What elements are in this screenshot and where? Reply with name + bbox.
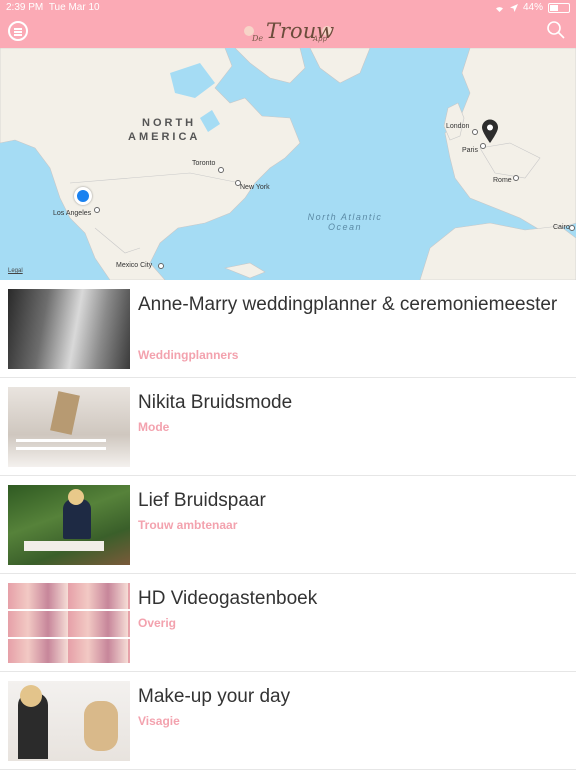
list-item[interactable]: Make-up your day Visagie bbox=[0, 672, 576, 770]
status-right: 44% bbox=[494, 2, 570, 13]
city-label-new-york: New York bbox=[240, 184, 270, 191]
map-legal-link[interactable]: Legal bbox=[8, 268, 23, 274]
city-label-mexico-city: Mexico City bbox=[116, 262, 153, 269]
battery-icon bbox=[548, 2, 570, 13]
wifi-icon bbox=[495, 6, 503, 12]
city-label-paris: Paris bbox=[462, 147, 478, 154]
item-category: Weddingplanners bbox=[138, 348, 239, 362]
city-dot-mexico-city bbox=[158, 263, 164, 269]
city-dot-paris bbox=[480, 143, 486, 149]
item-category: Mode bbox=[138, 420, 170, 434]
city-label-toronto: Toronto bbox=[192, 160, 216, 167]
item-thumbnail bbox=[8, 485, 130, 565]
city-label-cairo: Cairo bbox=[553, 224, 570, 231]
logo-de: De bbox=[252, 34, 264, 43]
item-thumbnail bbox=[8, 289, 130, 369]
city-label-rome: Rome bbox=[493, 177, 512, 184]
item-category: Overig bbox=[138, 616, 177, 630]
list-item[interactable]: Nikita Bruidsmode Mode bbox=[0, 378, 576, 476]
logo-app: App bbox=[313, 35, 328, 43]
app-header: 2:39 PM Tue Mar 10 44% De Trouw App bbox=[0, 0, 576, 48]
city-dot-los-angeles bbox=[94, 207, 100, 213]
battery-percent: 44% bbox=[522, 2, 543, 13]
menu-button[interactable] bbox=[8, 21, 28, 41]
item-category: Visagie bbox=[138, 714, 180, 728]
item-title: Lief Bruidspaar bbox=[138, 490, 266, 511]
list-item[interactable]: HD Videogastenboek Overig bbox=[0, 574, 576, 672]
menu-icon bbox=[14, 28, 22, 30]
ocean-label: North Atlantic Ocean bbox=[290, 212, 400, 232]
user-location-dot[interactable] bbox=[74, 187, 92, 205]
item-title: Make-up your day bbox=[138, 686, 291, 707]
search-icon[interactable] bbox=[546, 20, 566, 40]
item-thumbnail bbox=[8, 681, 130, 761]
item-category: Trouw ambtenaar bbox=[138, 518, 238, 532]
city-dot-london bbox=[472, 129, 478, 135]
item-title: HD Videogastenboek bbox=[138, 588, 318, 609]
ocean-line-1: North Atlantic bbox=[307, 212, 383, 222]
city-dot-new-york bbox=[235, 180, 241, 186]
city-label-london: London bbox=[446, 123, 470, 130]
list-item[interactable]: Lief Bruidspaar Trouw ambtenaar bbox=[0, 476, 576, 574]
ocean-line-2: Ocean bbox=[327, 222, 363, 232]
item-thumbnail bbox=[8, 583, 130, 663]
app-logo: De Trouw App bbox=[244, 18, 334, 46]
region-line-1: NORTH bbox=[142, 117, 197, 129]
map-pin-icon[interactable] bbox=[481, 119, 499, 143]
vendor-list: Anne-Marry weddingplanner & ceremoniemee… bbox=[0, 280, 576, 770]
item-title: Anne-Marry weddingplanner & ceremoniemee… bbox=[138, 294, 558, 315]
location-arrow-icon bbox=[509, 3, 518, 12]
map-region-label: NORTH AMERICA bbox=[128, 116, 200, 144]
region-line-2: AMERICA bbox=[128, 131, 201, 143]
map-land bbox=[0, 48, 576, 280]
status-bar: 2:39 PM Tue Mar 10 44% bbox=[0, 0, 576, 16]
map-view[interactable]: NORTH AMERICA North Atlantic Ocean Toron… bbox=[0, 48, 576, 280]
city-dot-rome bbox=[513, 175, 519, 181]
item-thumbnail bbox=[8, 387, 130, 467]
city-dot-toronto bbox=[218, 167, 224, 173]
status-time: 2:39 PM Tue Mar 10 bbox=[6, 2, 100, 13]
city-label-los-angeles: Los Angeles bbox=[53, 210, 92, 217]
list-item[interactable]: Anne-Marry weddingplanner & ceremoniemee… bbox=[0, 280, 576, 378]
item-title: Nikita Bruidsmode bbox=[138, 392, 293, 413]
city-dot-cairo bbox=[569, 225, 575, 231]
